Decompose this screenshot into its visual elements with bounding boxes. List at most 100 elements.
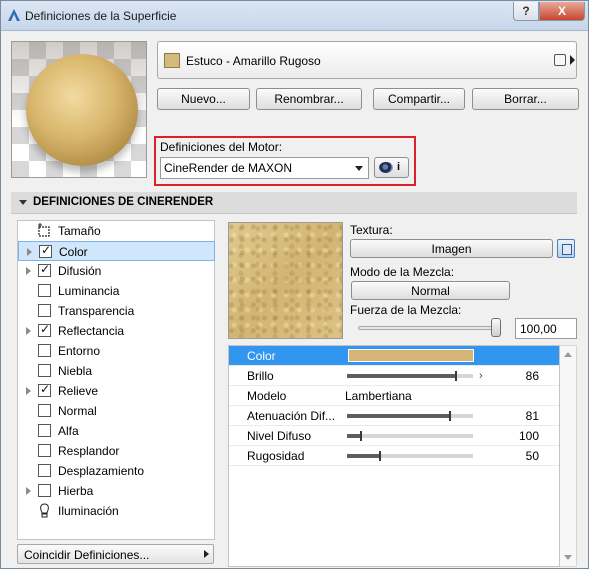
channel-checkbox[interactable]	[38, 444, 51, 457]
scroll-up-icon[interactable]	[564, 352, 572, 357]
channel-checkbox[interactable]	[38, 382, 51, 397]
property-slider[interactable]	[347, 411, 473, 421]
close-button[interactable]: X	[539, 2, 585, 21]
color-properties-table: Color Brillo › 86 Modelo Lambertiana Atenuació…	[228, 345, 560, 567]
cinerender-section-header[interactable]: DEFINICIONES DE CINERENDER	[11, 192, 577, 214]
expand-arrow-icon[interactable]	[26, 387, 31, 395]
channel-checkbox[interactable]	[38, 484, 51, 497]
slider-thumb[interactable]	[379, 451, 381, 461]
texture-image-button[interactable]: Imagen	[350, 239, 553, 258]
info-icon: i	[397, 161, 401, 173]
mix-strength-slider-track[interactable]	[358, 326, 501, 330]
engine-info-button[interactable]: i	[374, 157, 409, 178]
color-swatch[interactable]	[348, 349, 474, 362]
surface-settings-window: Definiciones de la Superficie ? X Estuco…	[0, 0, 589, 569]
mix-strength-label: Fuerza de la Mezcla:	[350, 303, 462, 317]
expand-arrow-icon[interactable]	[26, 327, 31, 335]
channel-item[interactable]: Desplazamiento	[18, 461, 215, 481]
texture-browse-icon[interactable]	[557, 239, 575, 258]
channel-item[interactable]: Luminancia	[18, 281, 215, 301]
channel-item[interactable]: Transparencia	[18, 301, 215, 321]
channel-item[interactable]: Reflectancia	[18, 321, 215, 341]
channel-item[interactable]: Difusión	[18, 261, 215, 281]
channel-checkbox[interactable]	[38, 404, 51, 417]
share-button[interactable]: Compartir...	[373, 88, 465, 110]
gallery-icon[interactable]	[554, 54, 566, 66]
texture-preview	[228, 222, 343, 339]
mix-strength-value: 100,00	[520, 322, 557, 336]
channel-label: Luminancia	[58, 284, 120, 298]
channel-checkbox[interactable]	[38, 464, 51, 477]
mix-strength-input[interactable]: 100,00	[515, 318, 577, 339]
property-text-value[interactable]: Lambertiana	[345, 389, 412, 403]
material-selector[interactable]: Estuco - Amarillo Rugoso	[157, 41, 577, 79]
channel-label: Tamaño	[58, 224, 101, 238]
slider-thumb[interactable]	[455, 371, 457, 381]
channel-checkbox[interactable]	[38, 304, 51, 317]
delete-button[interactable]: Borrar...	[472, 88, 579, 110]
cinerender-icon	[379, 162, 393, 173]
channel-item[interactable]: Iluminación	[18, 501, 215, 521]
property-value: 100	[518, 429, 539, 443]
chevron-right-icon[interactable]: ›	[479, 370, 483, 382]
property-slider[interactable]	[347, 451, 473, 461]
channel-label: Niebla	[58, 364, 93, 378]
channel-label: Reflectancia	[58, 324, 125, 338]
expand-arrow-icon[interactable]	[27, 248, 32, 256]
slider-thumb[interactable]	[449, 411, 451, 421]
channel-item[interactable]: Entorno	[18, 341, 215, 361]
slider-thumb[interactable]	[360, 431, 362, 441]
property-value: 86	[525, 369, 539, 383]
expand-arrow-icon[interactable]	[26, 487, 31, 495]
engine-dropdown[interactable]: CineRender de MAXON	[160, 157, 369, 179]
property-slider[interactable]	[347, 431, 473, 441]
channel-item[interactable]: Hierba	[18, 481, 215, 501]
match-settings-button[interactable]: Coincidir Definiciones...	[17, 544, 214, 564]
properties-scrollbar[interactable]	[560, 345, 577, 567]
channel-checkbox[interactable]	[39, 243, 52, 258]
channel-item[interactable]: Color	[18, 241, 215, 261]
expand-arrow-icon[interactable]	[26, 267, 31, 275]
chevron-right-icon[interactable]	[570, 55, 575, 65]
property-row[interactable]: Rugosidad 50	[229, 446, 559, 466]
channel-checkbox[interactable]	[38, 262, 51, 277]
property-row[interactable]: Brillo › 86	[229, 366, 559, 386]
channel-label: Resplandor	[58, 444, 120, 458]
material-preview	[11, 41, 147, 178]
property-slider[interactable]	[347, 371, 473, 381]
new-button[interactable]: Nuevo...	[157, 88, 250, 110]
mix-strength-slider-thumb[interactable]	[491, 318, 501, 337]
slider-fill	[347, 374, 455, 378]
slider-fill	[347, 414, 449, 418]
section-title: DEFINICIONES DE CINERENDER	[33, 196, 214, 208]
mix-mode-button[interactable]: Normal	[351, 281, 510, 300]
channel-item[interactable]: Normal	[18, 401, 215, 421]
channel-label: Transparencia	[58, 304, 135, 318]
property-value: 50	[525, 449, 539, 463]
scroll-down-icon[interactable]	[564, 555, 572, 560]
property-name: Rugosidad	[247, 449, 305, 463]
channel-item[interactable]: Niebla	[18, 361, 215, 381]
property-row[interactable]: Modelo Lambertiana	[229, 386, 559, 406]
channel-item[interactable]: Resplandor	[18, 441, 215, 461]
channel-checkbox[interactable]	[38, 424, 51, 437]
match-settings-label: Coincidir Definiciones...	[24, 548, 150, 562]
channel-checkbox[interactable]	[38, 344, 51, 357]
channel-list: Tamaño Color Difusión Luminancia Transparenc…	[17, 220, 215, 540]
rename-button[interactable]: Renombrar...	[256, 88, 362, 110]
chevron-down-icon	[355, 166, 363, 171]
property-row[interactable]: Color	[229, 346, 559, 366]
property-name: Atenuación Dif...	[247, 409, 336, 423]
mix-mode-label: Modo de la Mezcla:	[350, 265, 455, 279]
channel-label: Normal	[58, 404, 97, 418]
channel-item[interactable]: Tamaño	[18, 221, 215, 241]
channel-item[interactable]: Relieve	[18, 381, 215, 401]
channel-checkbox[interactable]	[38, 364, 51, 377]
channel-checkbox[interactable]	[38, 322, 51, 337]
channel-item[interactable]: Alfa	[18, 421, 215, 441]
help-button[interactable]: ?	[513, 2, 539, 21]
property-row[interactable]: Nivel Difuso 100	[229, 426, 559, 446]
material-swatch	[164, 53, 180, 68]
property-row[interactable]: Atenuación Dif... 81	[229, 406, 559, 426]
channel-checkbox[interactable]	[38, 284, 51, 297]
